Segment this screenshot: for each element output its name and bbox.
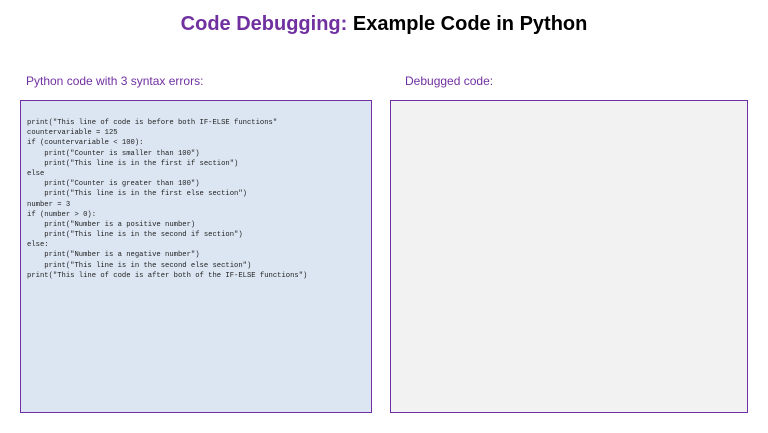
code-line: else	[27, 169, 45, 178]
page-title: Code Debugging: Example Code in Python	[0, 12, 768, 36]
code-line: print("This line is in the second else s…	[27, 261, 252, 270]
debugged-code-label: Debugged code:	[405, 74, 494, 88]
code-line: print("Number is a positive number)	[27, 220, 196, 229]
code-line: print("Counter is smaller than 100")	[27, 149, 200, 158]
buggy-code-label: Python code with 3 syntax errors:	[26, 74, 204, 88]
code-line: if (number > 0):	[27, 210, 97, 219]
code-line: if (countervariable < 100):	[27, 139, 144, 148]
buggy-code-panel: print("This line of code is before both …	[20, 100, 372, 413]
debugged-code-panel	[390, 100, 748, 413]
code-line: number = 3	[27, 200, 71, 209]
code-line: print("Counter is greater than 100")	[27, 180, 200, 189]
code-line: print("Number is a negative number")	[27, 251, 200, 260]
code-line: print("This line is in the first if sect…	[27, 159, 239, 168]
page-title-rest: Example Code in Python	[352, 13, 588, 35]
code-line: countervariable = 125	[27, 129, 118, 138]
page-title-accent: Code Debugging:	[180, 13, 348, 35]
code-line: print("This line of code is after both o…	[27, 271, 308, 280]
code-line: print("This line of code is before both …	[27, 119, 278, 127]
code-line: print("This line is in the second if sec…	[27, 231, 243, 240]
code-line: else:	[27, 241, 49, 250]
code-line: print("This line is in the first else se…	[27, 190, 247, 199]
buggy-code-block: print("This line of code is before both …	[27, 118, 307, 281]
